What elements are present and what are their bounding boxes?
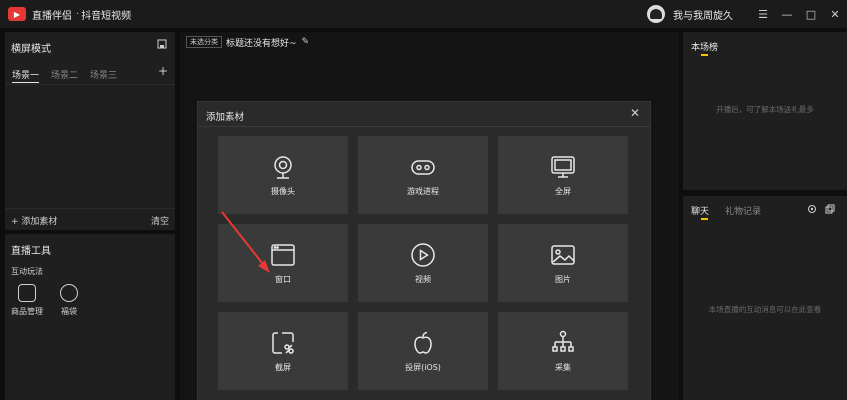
tile-label: 游戏进程 xyxy=(407,187,439,196)
divider xyxy=(198,126,650,127)
window-tile[interactable]: 窗口 xyxy=(218,224,348,302)
image-tile[interactable]: 图片 xyxy=(498,224,628,302)
divider xyxy=(5,84,175,85)
stream-title-row: 未选分类 标题还没有想好~ ✎ xyxy=(186,36,310,49)
tile-label: 视频 xyxy=(415,275,431,284)
apple-icon xyxy=(414,331,432,354)
tile-label: 全屏 xyxy=(555,187,571,196)
live-tools-panel: 直播工具 互动玩法 商品管理 福袋 xyxy=(5,234,175,400)
tab-scene-3[interactable]: 场景三 xyxy=(90,68,117,81)
save-icon[interactable] xyxy=(157,39,167,52)
add-scene-button[interactable]: + xyxy=(158,64,168,78)
ranking-panel: 本场榜 开播后，可了解本场送礼最多 xyxy=(683,32,847,190)
chat-empty-text: 本场直播的互动消息可以在此查看 xyxy=(708,305,822,314)
capture-tile[interactable]: 采集 xyxy=(498,312,628,390)
layout-mode-title: 横屏模式 xyxy=(11,44,51,55)
monitor-icon xyxy=(551,156,575,178)
star-icon xyxy=(60,284,78,302)
tool-label: 商品管理 xyxy=(11,307,43,316)
add-source-button[interactable]: + 添加素材 xyxy=(11,214,57,227)
window-icon xyxy=(271,244,295,266)
close-button[interactable]: ✕ xyxy=(823,0,847,28)
edit-icon[interactable]: ✎ xyxy=(302,37,310,47)
title-separator: · xyxy=(76,8,80,20)
tab-chat[interactable]: 聊天 xyxy=(691,204,709,220)
tile-label: 摄像头 xyxy=(271,187,295,196)
fullscreen-tile[interactable]: 全屏 xyxy=(498,136,628,214)
game-process-tile[interactable]: 游戏进程 xyxy=(358,136,488,214)
menu-icon[interactable]: ☰ xyxy=(751,0,775,28)
add-source-dialog: 添加素材 ✕ 摄像头 游戏进程 全屏 窗口 视频 图片 截屏 投屏(iOS) 采… xyxy=(198,102,650,400)
minimize-button[interactable]: — xyxy=(775,0,799,28)
avatar[interactable] xyxy=(647,5,665,23)
chat-panel: 聊天 礼物记录 本场直播的互动消息可以在此查看 xyxy=(683,196,847,400)
ranking-empty-text: 开播后，可了解本场送礼最多 xyxy=(716,105,814,114)
dialog-close-button[interactable]: ✕ xyxy=(630,106,640,120)
camera-icon xyxy=(274,156,292,179)
tile-label: 截屏 xyxy=(275,363,291,372)
tile-label: 投屏(iOS) xyxy=(405,363,441,372)
tool-label: 福袋 xyxy=(61,307,77,316)
network-icon xyxy=(552,330,574,352)
lucky-bag-tool[interactable]: 福袋 xyxy=(49,284,89,317)
screenshot-tile[interactable]: 截屏 xyxy=(218,312,348,390)
source-toolbar: + 添加素材 清空 xyxy=(5,208,175,230)
username[interactable]: 我与我周旋久 xyxy=(673,7,733,22)
camera-tile[interactable]: 摄像头 xyxy=(218,136,348,214)
tab-scene-1[interactable]: 场景一 xyxy=(12,68,40,83)
title-bar: ▶ 直播伴侣 · 抖音短视频 我与我周旋久 ☰ — □ ✕ xyxy=(0,0,847,28)
screenshot-icon xyxy=(272,332,294,354)
play-icon xyxy=(411,243,435,267)
scene-panel: 横屏模式 场景一 场景二 场景三 + + 添加素材 清空 xyxy=(5,32,175,230)
tile-label: 窗口 xyxy=(275,275,291,284)
product-management-tool[interactable]: 商品管理 xyxy=(7,284,47,317)
ranking-title[interactable]: 本场榜 xyxy=(691,40,718,56)
scene-tabs: 场景一 场景二 场景三 + xyxy=(5,62,175,84)
tile-label: 图片 xyxy=(555,275,571,284)
gamepad-icon xyxy=(411,160,435,175)
image-icon xyxy=(551,245,575,265)
app-logo-icon: ▶ xyxy=(8,7,26,21)
popout-icon[interactable] xyxy=(825,204,835,217)
category-badge[interactable]: 未选分类 xyxy=(186,36,222,48)
stream-title[interactable]: 标题还没有想好~ xyxy=(226,36,297,49)
ios-cast-tile[interactable]: 投屏(iOS) xyxy=(358,312,488,390)
tab-gift-records[interactable]: 礼物记录 xyxy=(725,204,761,217)
tab-scene-2[interactable]: 场景二 xyxy=(51,68,78,81)
video-tile[interactable]: 视频 xyxy=(358,224,488,302)
tile-label: 采集 xyxy=(555,363,571,372)
clear-button[interactable]: 清空 xyxy=(151,214,169,227)
store-icon xyxy=(18,284,36,302)
dialog-title: 添加素材 xyxy=(206,112,245,123)
platform-name: 抖音短视频 xyxy=(81,10,132,22)
live-tools-title: 直播工具 xyxy=(11,246,51,257)
maximize-button[interactable]: □ xyxy=(799,0,823,28)
interactive-subtitle: 互动玩法 xyxy=(11,267,43,276)
settings-icon[interactable] xyxy=(807,204,817,217)
app-name: 直播伴侣 xyxy=(32,10,72,22)
